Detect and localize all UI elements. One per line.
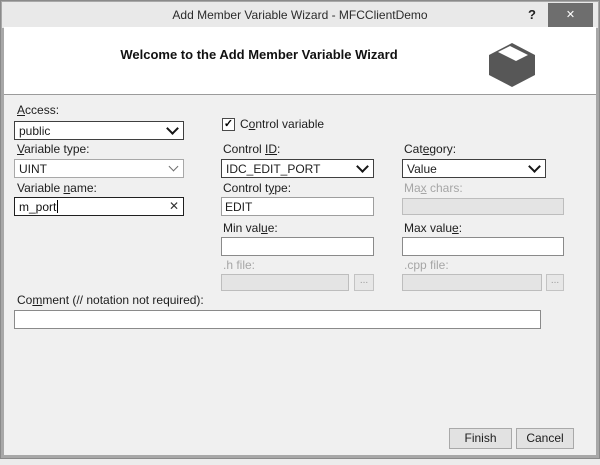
- ellipsis-icon: ...: [359, 275, 369, 286]
- welcome-banner: Welcome to the Add Member Variable Wizar…: [4, 27, 596, 95]
- welcome-title: Welcome to the Add Member Variable Wizar…: [120, 47, 398, 62]
- variable-name-input[interactable]: m_port ✕: [14, 197, 184, 216]
- finish-button[interactable]: Finish: [449, 428, 512, 449]
- window-title: Add Member Variable Wizard - MFCClientDe…: [172, 8, 428, 22]
- variable-type-combobox[interactable]: UINT: [14, 159, 184, 178]
- cpp-file-browse-button: ...: [546, 274, 564, 291]
- titlebar[interactable]: Add Member Variable Wizard - MFCClientDe…: [2, 2, 598, 28]
- max-value-label: Max value:: [404, 221, 463, 235]
- chevron-down-icon: [168, 161, 179, 172]
- control-type-label: Control type:: [223, 181, 292, 195]
- category-value: Value: [407, 161, 437, 176]
- chevron-down-icon: [528, 159, 541, 173]
- min-value-input[interactable]: [221, 237, 374, 256]
- help-button[interactable]: ?: [518, 3, 546, 27]
- text-caret: [57, 200, 59, 213]
- control-id-label: Control ID:: [223, 142, 281, 156]
- comment-label: Comment (// notation not required):: [17, 293, 204, 307]
- control-variable-label[interactable]: Control variable: [240, 117, 324, 131]
- variable-name-label: Variable name:: [17, 181, 97, 195]
- category-label: Category:: [404, 142, 457, 156]
- variable-type-value: UINT: [19, 161, 47, 176]
- control-type-input[interactable]: [221, 197, 374, 216]
- h-file-input: [221, 274, 349, 291]
- checkmark-icon: ✓: [223, 118, 234, 130]
- ellipsis-icon: ...: [550, 275, 560, 286]
- variable-type-label: Variable type:: [17, 142, 90, 156]
- control-id-value: IDC_EDIT_PORT: [226, 161, 321, 176]
- help-icon: ?: [528, 7, 536, 22]
- h-file-label: .h file:: [223, 258, 256, 272]
- max-chars-label: Max chars:: [404, 181, 463, 195]
- access-value: public: [19, 123, 51, 138]
- wizard-box-icon: [489, 43, 535, 87]
- cancel-button[interactable]: Cancel: [516, 428, 574, 449]
- control-id-combobox[interactable]: IDC_EDIT_PORT: [221, 159, 374, 178]
- max-value-input[interactable]: [402, 237, 564, 256]
- cpp-file-label: .cpp file:: [404, 258, 449, 272]
- cpp-file-input: [402, 274, 542, 291]
- clear-icon[interactable]: ✕: [169, 200, 179, 213]
- access-label: Access:: [17, 103, 60, 117]
- category-combobox[interactable]: Value: [402, 159, 546, 178]
- h-file-browse-button: ...: [354, 274, 374, 291]
- chevron-down-icon: [356, 159, 369, 173]
- control-variable-checkbox[interactable]: ✓: [222, 118, 235, 131]
- access-combobox[interactable]: public: [14, 121, 184, 140]
- comment-input[interactable]: [14, 310, 541, 329]
- max-chars-input: [402, 198, 564, 215]
- chevron-down-icon: [166, 121, 179, 135]
- variable-name-value: m_port: [19, 199, 57, 214]
- close-icon: ✕: [565, 9, 576, 21]
- add-member-variable-wizard-window: Add Member Variable Wizard - MFCClientDe…: [0, 0, 600, 459]
- close-button[interactable]: ✕: [548, 3, 593, 27]
- min-value-label: Min value:: [223, 221, 278, 235]
